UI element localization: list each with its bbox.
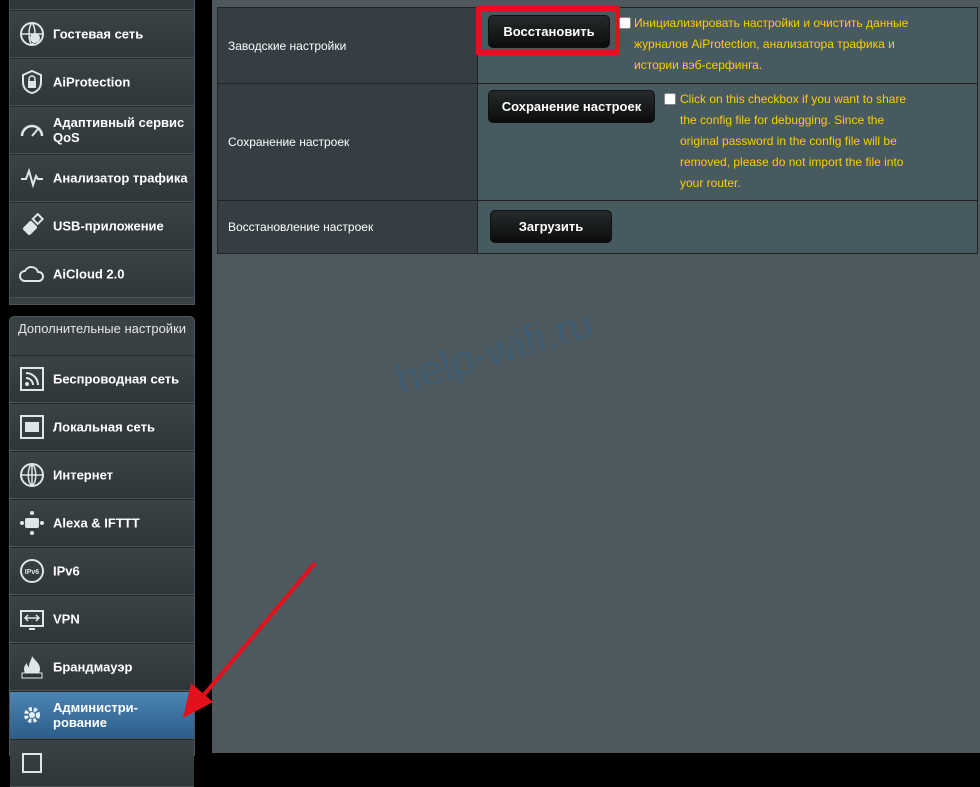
advanced-settings-header: Дополнительные настройки <box>17 321 187 336</box>
main-content: Заводские настройки Восстановить Инициал… <box>205 0 980 753</box>
sidebar-item-label: Брандмауэр <box>53 659 133 675</box>
sidebar-item-label: USB-приложение <box>53 218 164 234</box>
share-config-checkbox[interactable] <box>664 93 676 105</box>
sidebar-item-vpn[interactable]: VPN <box>10 595 194 643</box>
restore-button[interactable]: Восстановить <box>488 15 610 48</box>
svg-text:IPv6: IPv6 <box>25 569 40 576</box>
sidebar-item-label: AiCloud 2.0 <box>53 266 125 282</box>
shield-lock-icon <box>18 68 46 96</box>
initialize-note: Инициализировать настройки и очистить да… <box>634 16 909 72</box>
share-config-note: Click on this checkbox if you want to sh… <box>680 92 907 190</box>
sidebar-item-traffic-analyzer[interactable]: Анализатор трафика <box>10 154 194 202</box>
sidebar-item-label: Анализатор трафика <box>53 170 188 186</box>
settings-panel: Заводские настройки Восстановить Инициал… <box>212 0 980 753</box>
sidebar-item-wireless[interactable]: Беспроводная сеть <box>10 355 194 403</box>
sidebar-item-aicloud[interactable]: AiCloud 2.0 <box>10 250 194 298</box>
sidebar-item-lan[interactable]: Локальная сеть <box>10 403 194 451</box>
sidebar-item-firewall[interactable]: Брандмауэр <box>10 643 194 691</box>
restore-save-upload-table: Заводские настройки Восстановить Инициал… <box>217 6 978 254</box>
factory-default-label: Заводские настройки <box>217 7 478 84</box>
upload-button[interactable]: Загрузить <box>490 210 612 243</box>
vpn-icon <box>18 605 46 633</box>
sidebar-item-label: Беспроводная сеть <box>53 371 180 387</box>
speedometer-icon <box>18 116 46 144</box>
restore-setting-label: Восстановление настроек <box>217 200 478 254</box>
sidebar-item-label: IPv6 <box>53 563 80 579</box>
firewall-icon <box>18 653 46 681</box>
save-setting-value: Сохранение настроек Click on this checkb… <box>477 83 978 201</box>
sidebar-item-label: Гостевая сеть <box>53 26 144 42</box>
watermark: help-wifi.ru <box>390 298 598 403</box>
sidebar-item-ipv6[interactable]: IPv6 IPv6 <box>10 547 194 595</box>
admin-gear-icon <box>18 701 46 729</box>
sidebar-item-administration[interactable]: Администри-рование <box>10 691 194 739</box>
sidebar-item-label: Адаптивный сервис QoS <box>53 115 185 145</box>
sidebar-item-label: VPN <box>53 611 80 627</box>
sidebar-item-alexa-ifttt[interactable]: Alexa & IFTTT <box>10 499 194 547</box>
globe-icon <box>18 461 46 489</box>
sidebar-item-guest-network[interactable]: Гостевая сеть <box>10 10 194 58</box>
sidebar-item-aiprotection[interactable]: AiProtection <box>10 58 194 106</box>
sidebar: Гостевая сеть AiProtection Адаптивный се… <box>0 0 205 787</box>
ipv6-icon: IPv6 <box>18 557 46 585</box>
sidebar-item-next-partial[interactable] <box>10 739 194 787</box>
restore-setting-row: Восстановление настроек Загрузить <box>217 200 978 254</box>
sidebar-item-label: Alexa & IFTTT <box>53 515 140 531</box>
usb-icon <box>18 212 46 240</box>
factory-default-value: Восстановить Инициализировать настройки … <box>476 6 978 84</box>
sidebar-item-label: AiProtection <box>53 74 131 90</box>
general-menu: Гостевая сеть AiProtection Адаптивный се… <box>9 0 195 305</box>
sidebar-item-label: Локальная сеть <box>53 419 155 435</box>
system-log-icon <box>18 749 46 777</box>
sidebar-item-qos[interactable]: Адаптивный сервис QoS <box>10 106 194 154</box>
sidebar-item-internet[interactable]: Интернет <box>10 451 194 499</box>
save-setting-row: Сохранение настроек Сохранение настроек … <box>217 83 978 201</box>
wireless-icon <box>18 365 46 393</box>
traffic-analyzer-icon <box>18 164 46 192</box>
sidebar-item-partial[interactable] <box>10 0 194 10</box>
restore-setting-value: Загрузить <box>477 200 978 254</box>
sidebar-item-usb[interactable]: USB-приложение <box>10 202 194 250</box>
guest-network-icon <box>18 20 46 48</box>
cloud-icon <box>18 260 46 288</box>
save-setting-button[interactable]: Сохранение настроек <box>488 90 655 123</box>
sidebar-item-label: Администри-рование <box>53 700 138 730</box>
advanced-settings-menu: Дополнительные настройки Беспроводная се… <box>9 316 195 787</box>
save-setting-label: Сохранение настроек <box>217 83 478 201</box>
factory-default-row: Заводские настройки Восстановить Инициал… <box>217 6 978 84</box>
alexa-ifttt-icon <box>18 509 46 537</box>
initialize-checkbox[interactable] <box>619 17 631 29</box>
sidebar-item-label: Интернет <box>53 467 114 483</box>
lan-icon <box>18 413 46 441</box>
